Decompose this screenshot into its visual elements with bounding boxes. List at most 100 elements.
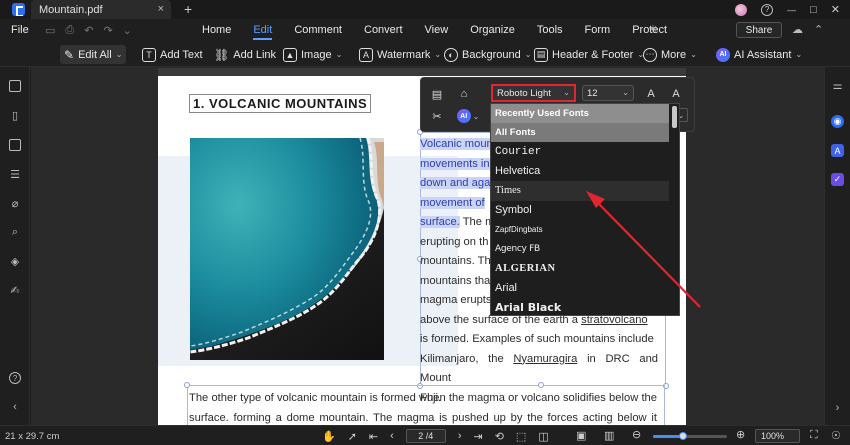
- translate-icon[interactable]: A: [831, 144, 844, 157]
- edit-all-button[interactable]: ✎ Edit All ⌄: [60, 45, 127, 64]
- bookmark-icon[interactable]: ▯: [9, 109, 21, 122]
- close-tab-icon[interactable]: ×: [158, 3, 164, 15]
- chatbot-icon[interactable]: ◉: [831, 115, 844, 128]
- highlighted-text[interactable]: surface.: [420, 216, 460, 228]
- print-icon[interactable]: ⎙: [65, 24, 74, 37]
- new-tab-button[interactable]: +: [184, 1, 192, 17]
- save-icon[interactable]: ▭: [45, 24, 55, 37]
- undo-icon[interactable]: ↶: [84, 24, 93, 37]
- read-mode-icon[interactable]: ☉: [831, 429, 841, 442]
- ai-assistant-button[interactable]: AI AI Assistant ⌄: [716, 45, 802, 64]
- link-text[interactable]: Nyamuragira: [513, 353, 577, 365]
- tab-organize[interactable]: Organize: [470, 24, 515, 36]
- pages-icon[interactable]: [9, 80, 21, 92]
- add-link-button[interactable]: ⛓ Add Link: [214, 45, 276, 64]
- font-size-select[interactable]: 12 ⌄: [582, 85, 634, 101]
- watermark-label: Watermark: [377, 48, 431, 61]
- fullscreen-icon[interactable]: ⛶: [810, 429, 818, 442]
- share-button[interactable]: Share: [736, 22, 782, 38]
- rotate-icon[interactable]: ⟲: [495, 430, 504, 443]
- font-option-zapfdingbats[interactable]: ZapfDingbats: [491, 220, 669, 240]
- background-button[interactable]: ◐ Background ⌄: [444, 45, 531, 64]
- layout-icon[interactable]: ◫: [538, 430, 548, 443]
- page-mode-icon[interactable]: ▣: [576, 429, 586, 442]
- avatar[interactable]: [735, 3, 748, 16]
- fit-page-icon[interactable]: ⬚: [516, 430, 526, 443]
- file-menu[interactable]: File: [11, 24, 29, 36]
- zoom-out-icon[interactable]: ⊖: [632, 428, 641, 441]
- dropdown-scrollbar[interactable]: [671, 104, 677, 315]
- font-option-courier[interactable]: Courier: [491, 142, 669, 162]
- watermark-button[interactable]: A Watermark ⌄: [359, 45, 441, 64]
- tab-form[interactable]: Form: [585, 24, 611, 36]
- font-option-agency-fb[interactable]: Agency FB: [491, 240, 669, 260]
- tab-tools[interactable]: Tools: [537, 24, 563, 36]
- tab-edit[interactable]: Edit: [253, 24, 272, 40]
- resize-handle[interactable]: [184, 382, 190, 388]
- font-option-times[interactable]: Times: [491, 181, 669, 201]
- font-family-select[interactable]: Roboto Light ⌄: [491, 84, 576, 102]
- zoom-slider-knob[interactable]: [678, 432, 687, 440]
- increase-font-icon[interactable]: A: [644, 87, 658, 101]
- help-circle-icon[interactable]: ?: [9, 372, 21, 384]
- layers-icon[interactable]: ◈: [9, 255, 21, 268]
- highlighted-text[interactable]: down and agai: [420, 177, 493, 189]
- tab-view[interactable]: View: [425, 24, 449, 36]
- zoom-in-icon[interactable]: ⊕: [736, 428, 745, 441]
- hand-tool-icon[interactable]: ✋: [322, 430, 336, 443]
- collapse-left-icon[interactable]: ‹: [9, 401, 21, 413]
- text-style-icon[interactable]: ⌂: [457, 87, 471, 101]
- page-number-input[interactable]: 2 /4: [405, 429, 446, 443]
- tab-comment[interactable]: Comment: [294, 24, 342, 36]
- first-page-icon[interactable]: ⇤: [369, 430, 378, 443]
- font-option-symbol[interactable]: Symbol: [491, 201, 669, 221]
- more-button[interactable]: ⋯ More ⌄: [643, 45, 697, 64]
- ai-text-button[interactable]: AI ⌄: [456, 109, 480, 123]
- search-icon[interactable]: ⌕: [9, 226, 21, 238]
- image-button[interactable]: ▲ Image ⌄: [283, 45, 342, 64]
- page-heading[interactable]: 1. VOLCANIC MOUNTAINS: [189, 94, 372, 113]
- resize-handle[interactable]: [538, 382, 544, 388]
- select-tool-icon[interactable]: ➚: [348, 430, 357, 443]
- font-option-arial[interactable]: Arial: [491, 279, 669, 299]
- scroll-mode-icon[interactable]: ▥: [604, 429, 614, 442]
- redo-icon[interactable]: ↷: [103, 24, 112, 37]
- zoom-level-select[interactable]: 100%: [755, 429, 800, 443]
- volcanic-lake-image[interactable]: [190, 138, 384, 360]
- attachment-icon[interactable]: ⌀: [9, 197, 21, 210]
- signature-icon[interactable]: ✍: [9, 284, 21, 297]
- document-tab[interactable]: Mountain.pdf ×: [31, 0, 171, 19]
- text-properties-icon[interactable]: ▤: [430, 87, 444, 101]
- close-window-icon[interactable]: ✕: [831, 3, 840, 16]
- lightbulb-icon[interactable]: ☀: [648, 23, 658, 36]
- minimize-icon[interactable]: —: [787, 5, 796, 15]
- highlighted-text[interactable]: Volcanic moun: [420, 138, 493, 150]
- cloud-upload-icon[interactable]: ☁: [792, 23, 803, 36]
- settings-sliders-icon[interactable]: ⚌: [831, 79, 844, 92]
- font-option-helvetica[interactable]: Helvetica: [491, 162, 669, 182]
- add-text-button[interactable]: T Add Text: [142, 45, 203, 64]
- more-icon[interactable]: ⌄: [123, 24, 132, 37]
- decrease-font-icon[interactable]: A: [669, 87, 683, 101]
- tab-convert[interactable]: Convert: [364, 24, 403, 36]
- prev-page-icon[interactable]: ‹: [390, 430, 394, 442]
- header-footer-button[interactable]: ▤ Header & Footer ⌄: [534, 45, 644, 64]
- next-page-icon[interactable]: ›: [458, 430, 462, 442]
- scissors-icon[interactable]: ✂: [430, 109, 444, 123]
- check-icon[interactable]: ✓: [831, 173, 844, 186]
- last-page-icon[interactable]: ⇥: [473, 430, 482, 443]
- dropdown-scroll-thumb[interactable]: [672, 106, 677, 128]
- comment-icon[interactable]: [9, 139, 21, 151]
- highlighted-text[interactable]: movement of: [420, 196, 485, 209]
- help-icon[interactable]: ?: [761, 3, 774, 16]
- expand-icon[interactable]: ⌃: [814, 23, 823, 36]
- collapse-right-icon[interactable]: ›: [831, 401, 844, 414]
- layers-list-icon[interactable]: ☰: [9, 168, 21, 181]
- maximize-icon[interactable]: □: [810, 4, 817, 16]
- tab-home[interactable]: Home: [202, 24, 231, 36]
- paragraph-dome[interactable]: The other type of volcanic mountain is f…: [189, 389, 657, 425]
- zoom-slider[interactable]: [653, 432, 727, 440]
- highlighted-text[interactable]: movements in: [420, 157, 490, 170]
- font-option-arial-black[interactable]: Arial Black: [491, 298, 669, 315]
- font-option-algerian[interactable]: ALGERIAN: [491, 259, 669, 279]
